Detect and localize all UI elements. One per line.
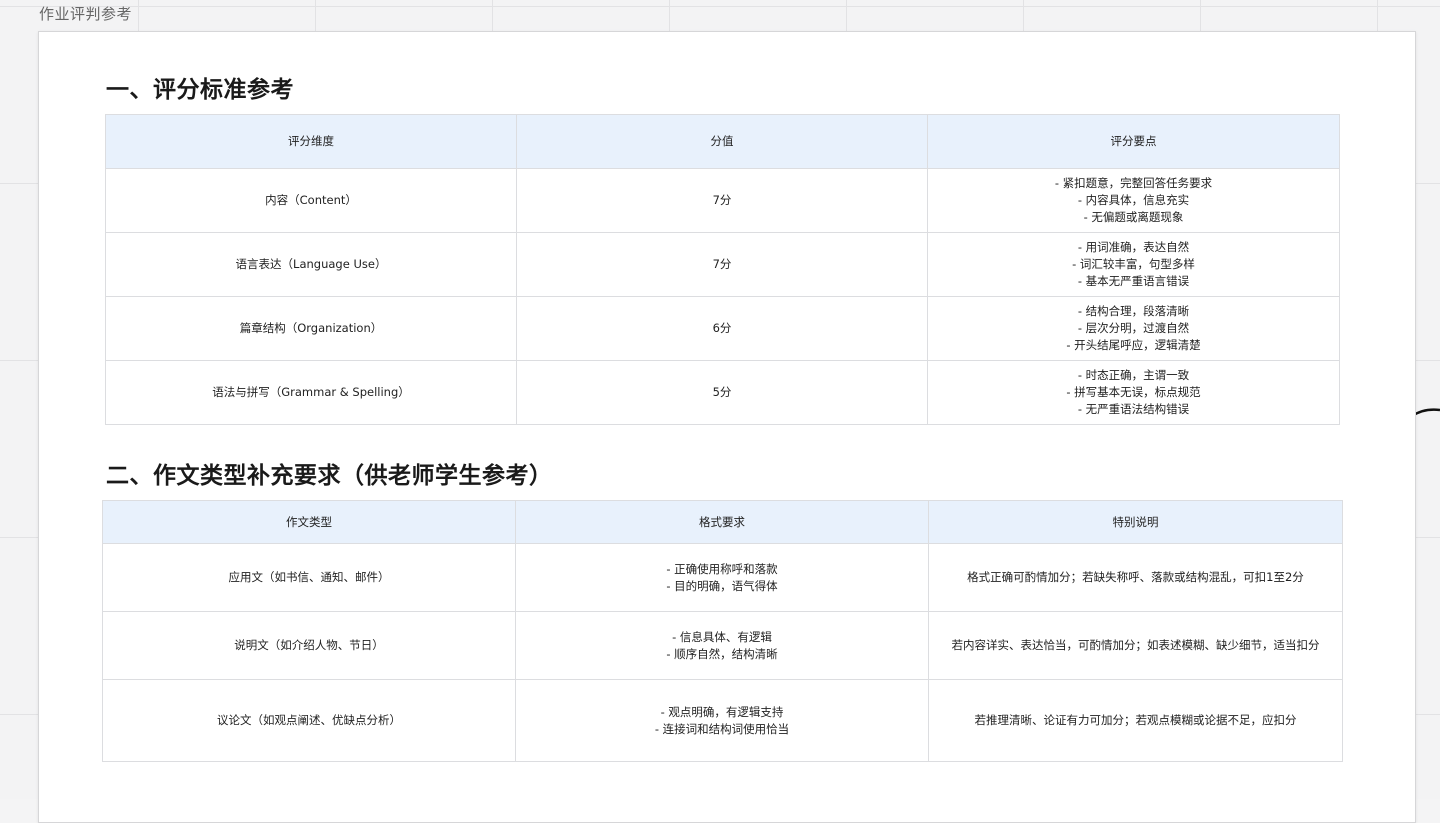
format-line: - 目的明确，语气得体 xyxy=(666,578,778,593)
points-cell: - 时态正确，主谓一致 - 拼写基本无误，标点规范 - 无严重语法结构错误 xyxy=(927,360,1340,425)
dimension-cell: 篇章结构（Organization） xyxy=(105,296,517,361)
dimension-cell: 内容（Content） xyxy=(105,168,517,233)
format-cell: - 信息具体、有逻辑 - 顺序自然，结构清晰 xyxy=(515,611,929,680)
table-row: 议论文（如观点阐述、优缺点分析） - 观点明确，有逻辑支持 - 连接词和结构词使… xyxy=(102,679,1343,762)
points-cell: - 用词准确，表达自然 - 词汇较丰富，句型多样 - 基本无严重语言错误 xyxy=(927,232,1340,297)
format-line: - 顺序自然，结构清晰 xyxy=(666,646,778,661)
point-line: - 基本无严重语言错误 xyxy=(1077,274,1190,288)
point-line: - 无严重语法结构错误 xyxy=(1077,402,1190,416)
type-cell: 说明文（如介绍人物、节日） xyxy=(102,611,516,680)
section2-heading: 二、作文类型补充要求（供老师学生参考） xyxy=(106,463,553,489)
type-cell: 议论文（如观点阐述、优缺点分析） xyxy=(102,679,516,762)
table-row: 说明文（如介绍人物、节日） - 信息具体、有逻辑 - 顺序自然，结构清晰 若内容… xyxy=(102,611,1343,680)
score-cell: 5分 xyxy=(516,360,928,425)
score-cell: 7分 xyxy=(516,168,928,233)
format-line: - 信息具体、有逻辑 xyxy=(672,629,772,644)
document-page: 一、评分标准参考 评分维度 分值 评分要点 内容（Content） 7分 - 紧… xyxy=(38,31,1416,823)
scoring-standard-table: 评分维度 分值 评分要点 内容（Content） 7分 - 紧扣题意，完整回答任… xyxy=(105,114,1340,425)
score-cell: 6分 xyxy=(516,296,928,361)
format-cell: - 观点明确，有逻辑支持 - 连接词和结构词使用恰当 xyxy=(515,679,929,762)
essay-type-table: 作文类型 格式要求 特别说明 应用文（如书信、通知、邮件） - 正确使用称呼和落… xyxy=(102,500,1343,762)
type-cell: 应用文（如书信、通知、邮件） xyxy=(102,543,516,612)
points-cell: - 紧扣题意，完整回答任务要求 - 内容具体，信息充实 - 无偏题或离题现象 xyxy=(927,168,1340,233)
point-line: - 开头结尾呼应，逻辑清楚 xyxy=(1066,338,1201,352)
point-line: - 拼写基本无误，标点规范 xyxy=(1066,385,1201,399)
point-line: - 紧扣题意，完整回答任务要求 xyxy=(1054,176,1213,190)
point-line: - 用词准确，表达自然 xyxy=(1077,240,1190,254)
dimension-cell: 语言表达（Language Use） xyxy=(105,232,517,297)
frame-title[interactable]: 作业评判参考 xyxy=(39,3,132,24)
format-line: - 连接词和结构词使用恰当 xyxy=(654,721,790,736)
point-line: - 结构合理，段落清晰 xyxy=(1077,304,1190,318)
table-row: 篇章结构（Organization） 6分 - 结构合理，段落清晰 - 层次分明… xyxy=(105,296,1340,361)
note-cell: 若内容详实、表达恰当，可酌情加分；如表述模糊、缺少细节，适当扣分 xyxy=(928,611,1343,680)
table-row: 语法与拼写（Grammar & Spelling） 5分 - 时态正确，主谓一致… xyxy=(105,360,1340,425)
score-cell: 7分 xyxy=(516,232,928,297)
table-header-row: 作文类型 格式要求 特别说明 xyxy=(102,500,1343,544)
table-row: 应用文（如书信、通知、邮件） - 正确使用称呼和落款 - 目的明确，语气得体 格… xyxy=(102,543,1343,612)
point-line: - 时态正确，主谓一致 xyxy=(1077,368,1190,382)
header-dimension: 评分维度 xyxy=(105,114,517,169)
table-header-row: 评分维度 分值 评分要点 xyxy=(105,114,1340,169)
point-line: - 层次分明，过渡自然 xyxy=(1077,321,1190,335)
point-line: - 词汇较丰富，句型多样 xyxy=(1072,257,1195,271)
format-cell: - 正确使用称呼和落款 - 目的明确，语气得体 xyxy=(515,543,929,612)
points-cell: - 结构合理，段落清晰 - 层次分明，过渡自然 - 开头结尾呼应，逻辑清楚 xyxy=(927,296,1340,361)
table-row: 内容（Content） 7分 - 紧扣题意，完整回答任务要求 - 内容具体，信息… xyxy=(105,168,1340,233)
point-line: - 无偏题或离题现象 xyxy=(1083,210,1184,224)
format-line: - 正确使用称呼和落款 xyxy=(666,561,778,576)
note-cell: 格式正确可酌情加分；若缺失称呼、落款或结构混乱，可扣1至2分 xyxy=(928,543,1343,612)
header-points: 评分要点 xyxy=(927,114,1340,169)
section1-heading: 一、评分标准参考 xyxy=(106,77,294,103)
header-format: 格式要求 xyxy=(515,500,929,544)
table-row: 语言表达（Language Use） 7分 - 用词准确，表达自然 - 词汇较丰… xyxy=(105,232,1340,297)
header-note: 特别说明 xyxy=(928,500,1343,544)
header-score: 分值 xyxy=(516,114,928,169)
note-cell: 若推理清晰、论证有力可加分；若观点模糊或论据不足，应扣分 xyxy=(928,679,1343,762)
dimension-cell: 语法与拼写（Grammar & Spelling） xyxy=(105,360,517,425)
format-line: - 观点明确，有逻辑支持 xyxy=(660,704,784,719)
header-type: 作文类型 xyxy=(102,500,516,544)
point-line: - 内容具体，信息充实 xyxy=(1077,193,1190,207)
